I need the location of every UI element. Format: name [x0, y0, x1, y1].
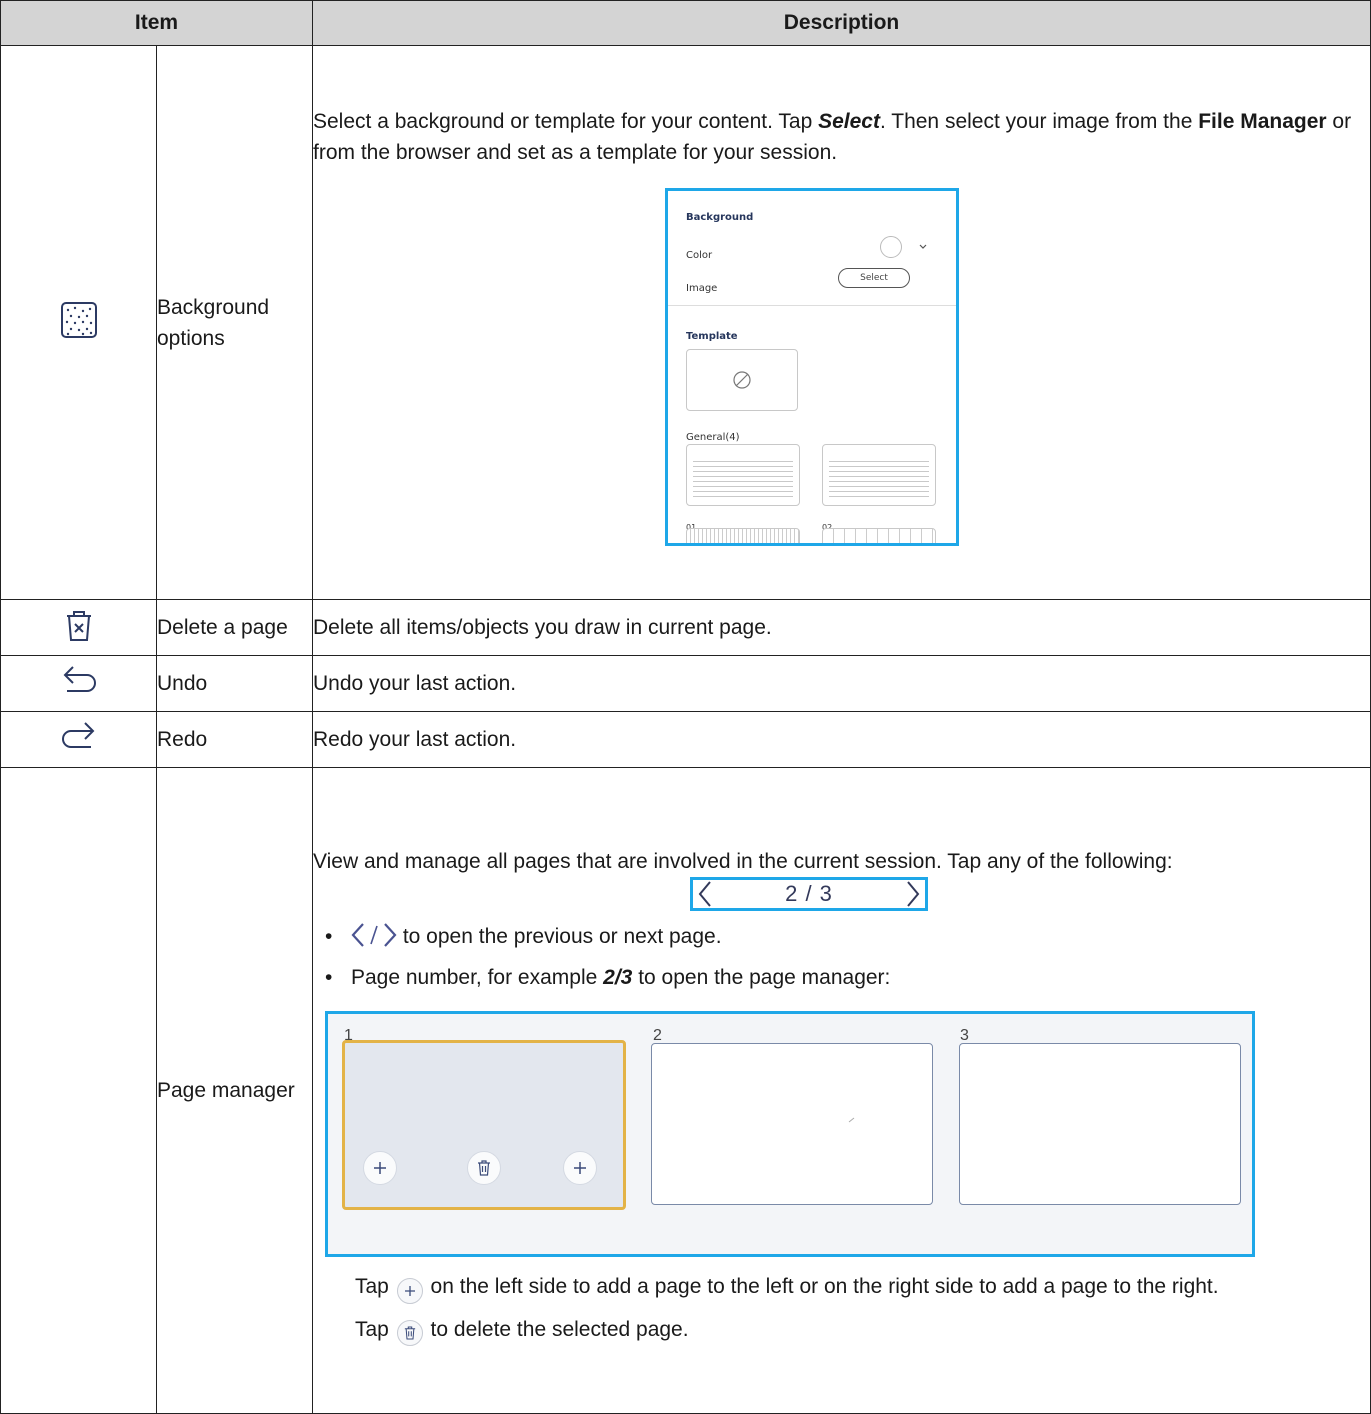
icon-cell	[0, 655, 157, 712]
note-text: Tap	[355, 1274, 395, 1298]
item-label-redo: Redo	[156, 711, 313, 768]
lined-template-preview	[693, 456, 793, 499]
no-template-icon	[733, 370, 751, 389]
page-number[interactable]: 2 / 3	[785, 878, 833, 909]
description-delete: Delete all items/objects you draw in cur…	[312, 599, 1371, 656]
background-title: Background	[686, 211, 754, 223]
add-page-right-button[interactable]	[563, 1150, 597, 1185]
trash-icon	[396, 1319, 423, 1346]
image-label: Image	[686, 282, 718, 294]
add-page-note: Tap on the left side to add a page to th…	[313, 1271, 1370, 1304]
bullet-prev-next: to open the previous or next page.	[313, 921, 1370, 952]
delete-page-button[interactable]	[467, 1150, 501, 1185]
page-manager-screenshot: 1 2 3	[325, 1010, 1255, 1257]
lined-template-preview	[829, 456, 929, 499]
table-header-row: Item Description	[0, 0, 1371, 46]
note-text: on the left side to add a page to the le…	[424, 1274, 1219, 1298]
page-navigator-screenshot: 2 / 3	[690, 876, 928, 911]
description-undo: Undo your last action.	[312, 655, 1371, 712]
select-button[interactable]: Select	[838, 267, 910, 288]
chevron-down-icon[interactable]	[918, 243, 928, 251]
page-number-example: 2/3	[603, 965, 633, 989]
template-card-03[interactable]	[686, 527, 800, 543]
redo-arrow-icon	[61, 722, 94, 748]
template-none-card[interactable]	[686, 348, 798, 411]
description-page-manager: View and manage all pages that are invol…	[312, 767, 1371, 1414]
description-redo: Redo your last action.	[312, 711, 1371, 768]
description-background: Select a background or template for your…	[312, 45, 1371, 600]
column-header-description: Description	[312, 0, 1371, 46]
template-card-02[interactable]	[822, 443, 936, 506]
desc-text: Select a background or template for your…	[313, 109, 819, 133]
table-row-page-manager: Page manager View and manage all pages t…	[0, 767, 1371, 1414]
delete-page-note: Tap to delete the selected page.	[313, 1314, 1370, 1346]
page-manager-intro: View and manage all pages that are invol…	[313, 849, 1173, 873]
ink-mark	[848, 1117, 855, 1122]
template-card-04[interactable]	[822, 527, 936, 543]
add-page-left-button[interactable]	[363, 1150, 397, 1185]
plus-icon	[574, 1161, 586, 1174]
color-swatch[interactable]	[880, 235, 902, 258]
item-label-background: Background options	[156, 45, 313, 600]
item-label-undo: Undo	[156, 655, 313, 712]
item-label-delete: Delete a page	[156, 599, 313, 656]
icon-cell	[0, 711, 157, 768]
table-row-delete: Delete a page Delete all items/objects y…	[0, 599, 1371, 656]
plus-icon	[374, 1161, 386, 1174]
background-panel-screenshot: Background Color Image Select Template G…	[665, 187, 959, 546]
file-manager-term: File Manager	[1198, 109, 1327, 133]
template-title: Template	[686, 330, 738, 342]
note-text: to delete the selected page.	[424, 1317, 689, 1341]
page-thumbnail[interactable]	[651, 1042, 933, 1205]
prev-next-icon	[351, 922, 397, 947]
icon-cell	[0, 767, 157, 1414]
bullet-text: Page number, for example	[351, 965, 604, 989]
column-header-item: Item	[0, 0, 313, 46]
note-text: Tap	[355, 1317, 395, 1341]
feature-table: Item Description Background options Sele…	[0, 0, 1371, 1414]
dotted-background-icon	[60, 302, 97, 338]
trash-x-icon	[66, 611, 91, 641]
bullet-text: to open the page manager:	[632, 965, 891, 989]
color-label: Color	[686, 249, 713, 261]
plus-icon	[396, 1277, 423, 1304]
table-row-background: Background options Select a background o…	[0, 45, 1371, 600]
item-label-page-manager: Page manager	[156, 767, 313, 1414]
icon-cell	[0, 599, 157, 656]
background-description-text: Select a background or template for your…	[313, 100, 1370, 168]
icon-cell	[0, 45, 157, 600]
divider	[668, 304, 956, 306]
table-row-undo: Undo Undo your last action.	[0, 655, 1371, 712]
chevron-left-icon[interactable]	[697, 880, 713, 908]
chevron-right-icon[interactable]	[905, 880, 921, 908]
bullet-text: to open the previous or next page.	[397, 924, 722, 948]
template-card-01[interactable]	[686, 443, 800, 506]
desc-text: . Then select your image from the	[879, 109, 1199, 133]
page-thumbnail[interactable]	[959, 1042, 1241, 1205]
bullet-page-number: Page number, for example 2/3 to open the…	[313, 962, 1370, 993]
page-thumbnail-selected[interactable]	[342, 1039, 626, 1210]
select-term: Select	[818, 109, 880, 133]
undo-arrow-icon	[63, 666, 96, 692]
trash-icon	[478, 1159, 490, 1176]
table-row-redo: Redo Redo your last action.	[0, 711, 1371, 768]
